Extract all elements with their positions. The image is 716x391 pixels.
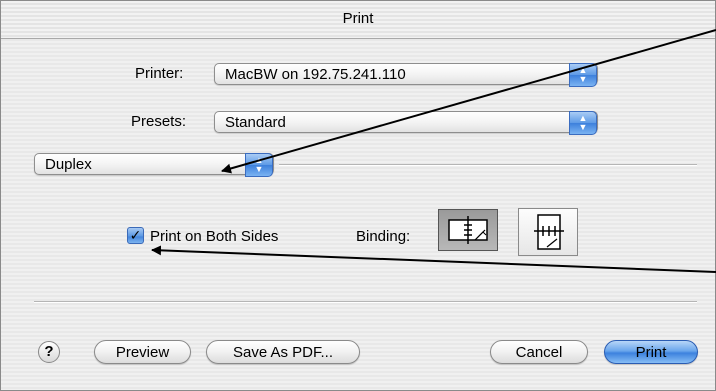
arrow-to-duplex-popup <box>221 29 716 174</box>
arrow-to-both-sides-checkbox <box>151 245 716 273</box>
annotation-arrows <box>151 29 716 273</box>
